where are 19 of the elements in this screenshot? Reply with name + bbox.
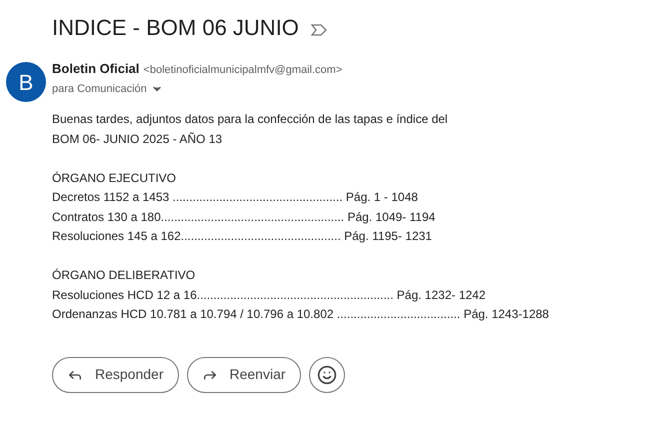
index-entry: Resoluciones HCD 12 a 16........................................................... Pág. 1232- 1242: [52, 286, 486, 304]
sender-avatar: B: [6, 62, 46, 102]
forward-button[interactable]: Reenviar: [186, 356, 301, 392]
reply-button[interactable]: Responder: [52, 356, 178, 392]
section-heading: ÓRGANO DELIBERATIVO: [52, 267, 196, 284]
label-icon[interactable]: [310, 24, 327, 36]
body-text: Buenas tardes, adjuntos datos para la confección de las tapas e índice del: [52, 111, 448, 128]
recipients-dropdown[interactable]: para Comunicación: [52, 80, 163, 97]
index-entry: Contratos 130 a 180....................................................... Pág. 1049- 1194: [52, 208, 436, 226]
section-heading: ÓRGANO EJECUTIVO: [52, 170, 176, 186]
sender-name: Boletin Oficial: [52, 60, 140, 78]
index-entry: Decretos 1152 a 1453 ................................................... Pág. 1 - 1048: [52, 189, 418, 206]
email-subject: INDICE - BOM 06 JUNIO: [52, 14, 299, 42]
sender-email: <boletinoficialmunicipalmfv@gmail.com>: [143, 63, 342, 78]
index-entry: Ordenanzas HCD 10.781 a 10.794 / 10.796 a 10.802 ..................................... Pág. 1243-1288: [52, 306, 549, 323]
smiley-icon: [316, 364, 337, 384]
body-text: BOM 06- JUNIO 2025 - AÑO 13: [52, 130, 222, 148]
index-entry: Resoluciones 145 a 162................................................ Pág. 1195- 1231: [52, 228, 432, 245]
emoji-button[interactable]: [308, 356, 345, 392]
